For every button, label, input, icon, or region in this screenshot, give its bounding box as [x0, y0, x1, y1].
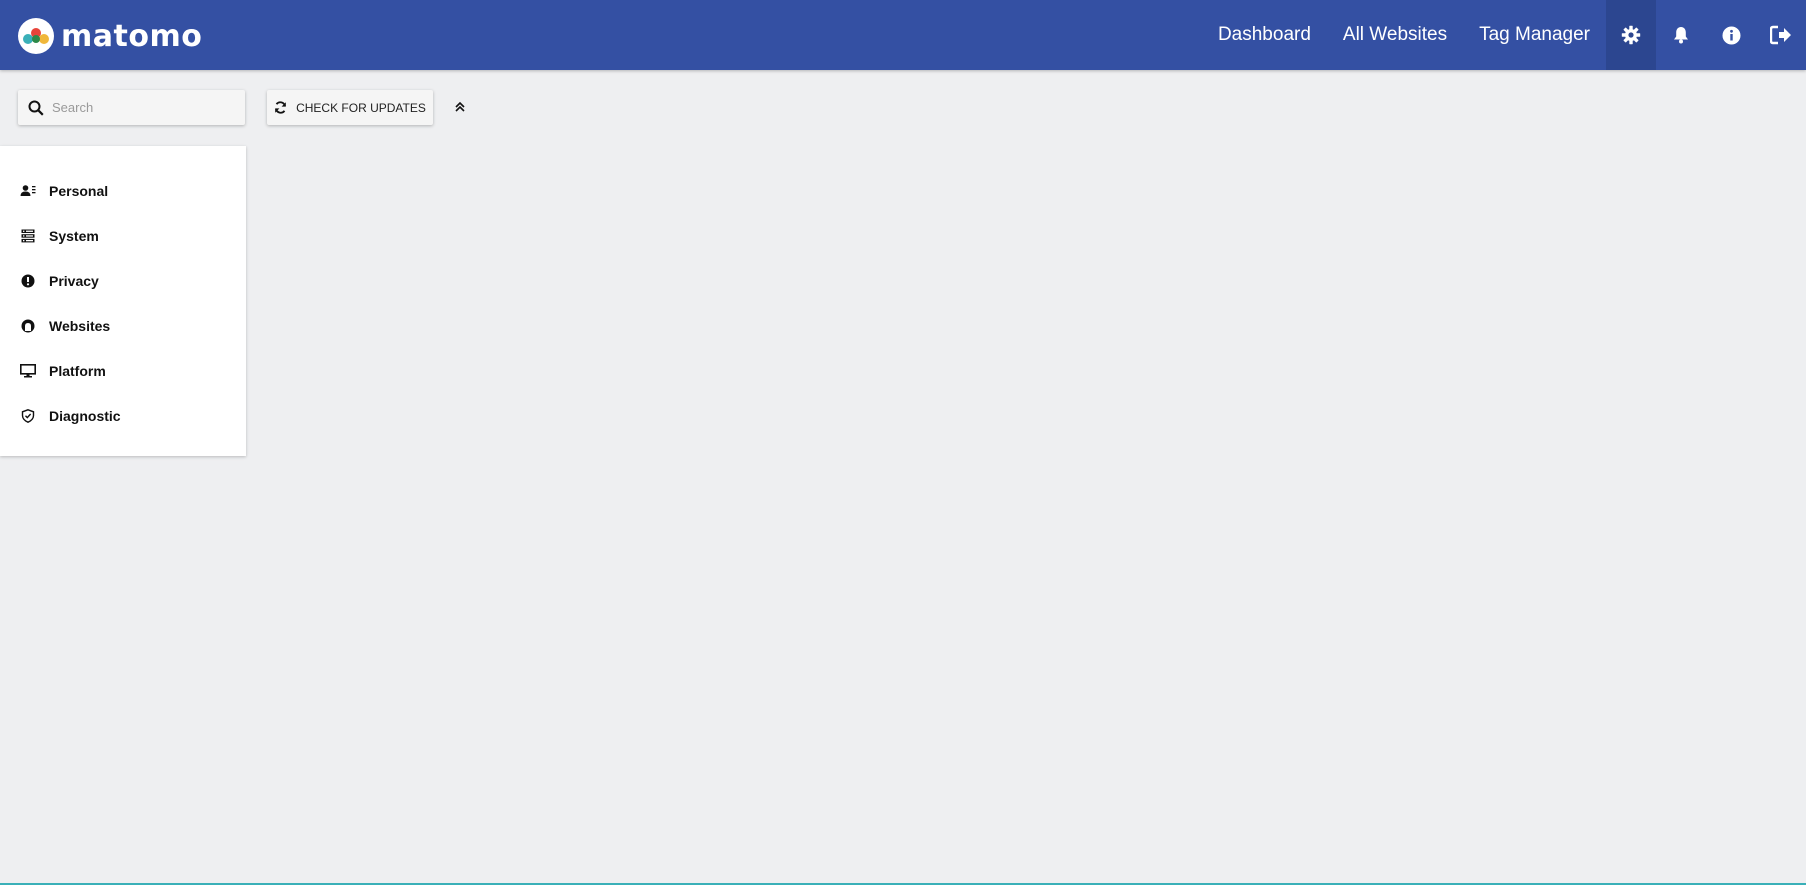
sidebar-item-personal[interactable]: Personal — [0, 168, 246, 213]
nav-all-websites[interactable]: All Websites — [1327, 0, 1463, 70]
logo-text: matomo — [61, 18, 203, 54]
websites-icon — [20, 318, 36, 334]
sidebar-item-label: Diagnostic — [49, 407, 121, 424]
admin-settings-button[interactable] — [1606, 0, 1656, 70]
admin-search-field[interactable] — [18, 90, 245, 125]
matomo-logo-icon — [18, 18, 54, 54]
logout-icon — [1770, 25, 1791, 45]
check-for-updates-label: CHECK FOR UPDATES — [296, 100, 426, 115]
search-input[interactable] — [50, 99, 234, 116]
sidebar-item-diagnostic[interactable]: Diagnostic — [0, 393, 246, 438]
double-chevron-up-icon — [455, 101, 465, 112]
search-icon — [28, 100, 44, 116]
gear-icon — [1621, 25, 1641, 45]
privacy-icon — [20, 273, 36, 289]
sidebar-item-label: Personal — [49, 182, 109, 199]
top-navigation: Dashboard All Websites Tag Manager — [1202, 0, 1806, 70]
logout-button[interactable] — [1756, 0, 1806, 70]
help-button[interactable] — [1706, 0, 1756, 70]
top-bar: matomo Dashboard All Websites Tag Manage… — [0, 0, 1806, 70]
matomo-logo[interactable]: matomo — [18, 17, 202, 55]
collapse-menu-button[interactable] — [452, 96, 468, 118]
server-icon — [20, 228, 36, 244]
monitor-icon — [20, 363, 36, 379]
refresh-icon — [275, 101, 286, 114]
sidebar-item-privacy[interactable]: Privacy — [0, 258, 246, 303]
bell-icon — [1674, 27, 1688, 44]
notifications-button[interactable] — [1656, 0, 1706, 70]
sidebar-item-label: System — [49, 227, 99, 244]
sidebar-item-websites[interactable]: Websites — [0, 303, 246, 348]
shield-icon — [20, 408, 36, 424]
nav-dashboard[interactable]: Dashboard — [1202, 0, 1327, 70]
check-for-updates-button[interactable]: CHECK FOR UPDATES — [267, 90, 433, 125]
user-list-icon — [20, 183, 36, 199]
nav-tag-manager[interactable]: Tag Manager — [1463, 0, 1606, 70]
info-icon — [1722, 26, 1740, 44]
admin-sidebar-menu: Personal System Privacy Websites Platfor… — [0, 146, 246, 456]
sidebar-item-label: Platform — [49, 362, 106, 379]
sidebar-item-platform[interactable]: Platform — [0, 348, 246, 393]
sidebar-item-system[interactable]: System — [0, 213, 246, 258]
sidebar-item-label: Websites — [49, 317, 111, 334]
sidebar-item-label: Privacy — [49, 272, 99, 289]
